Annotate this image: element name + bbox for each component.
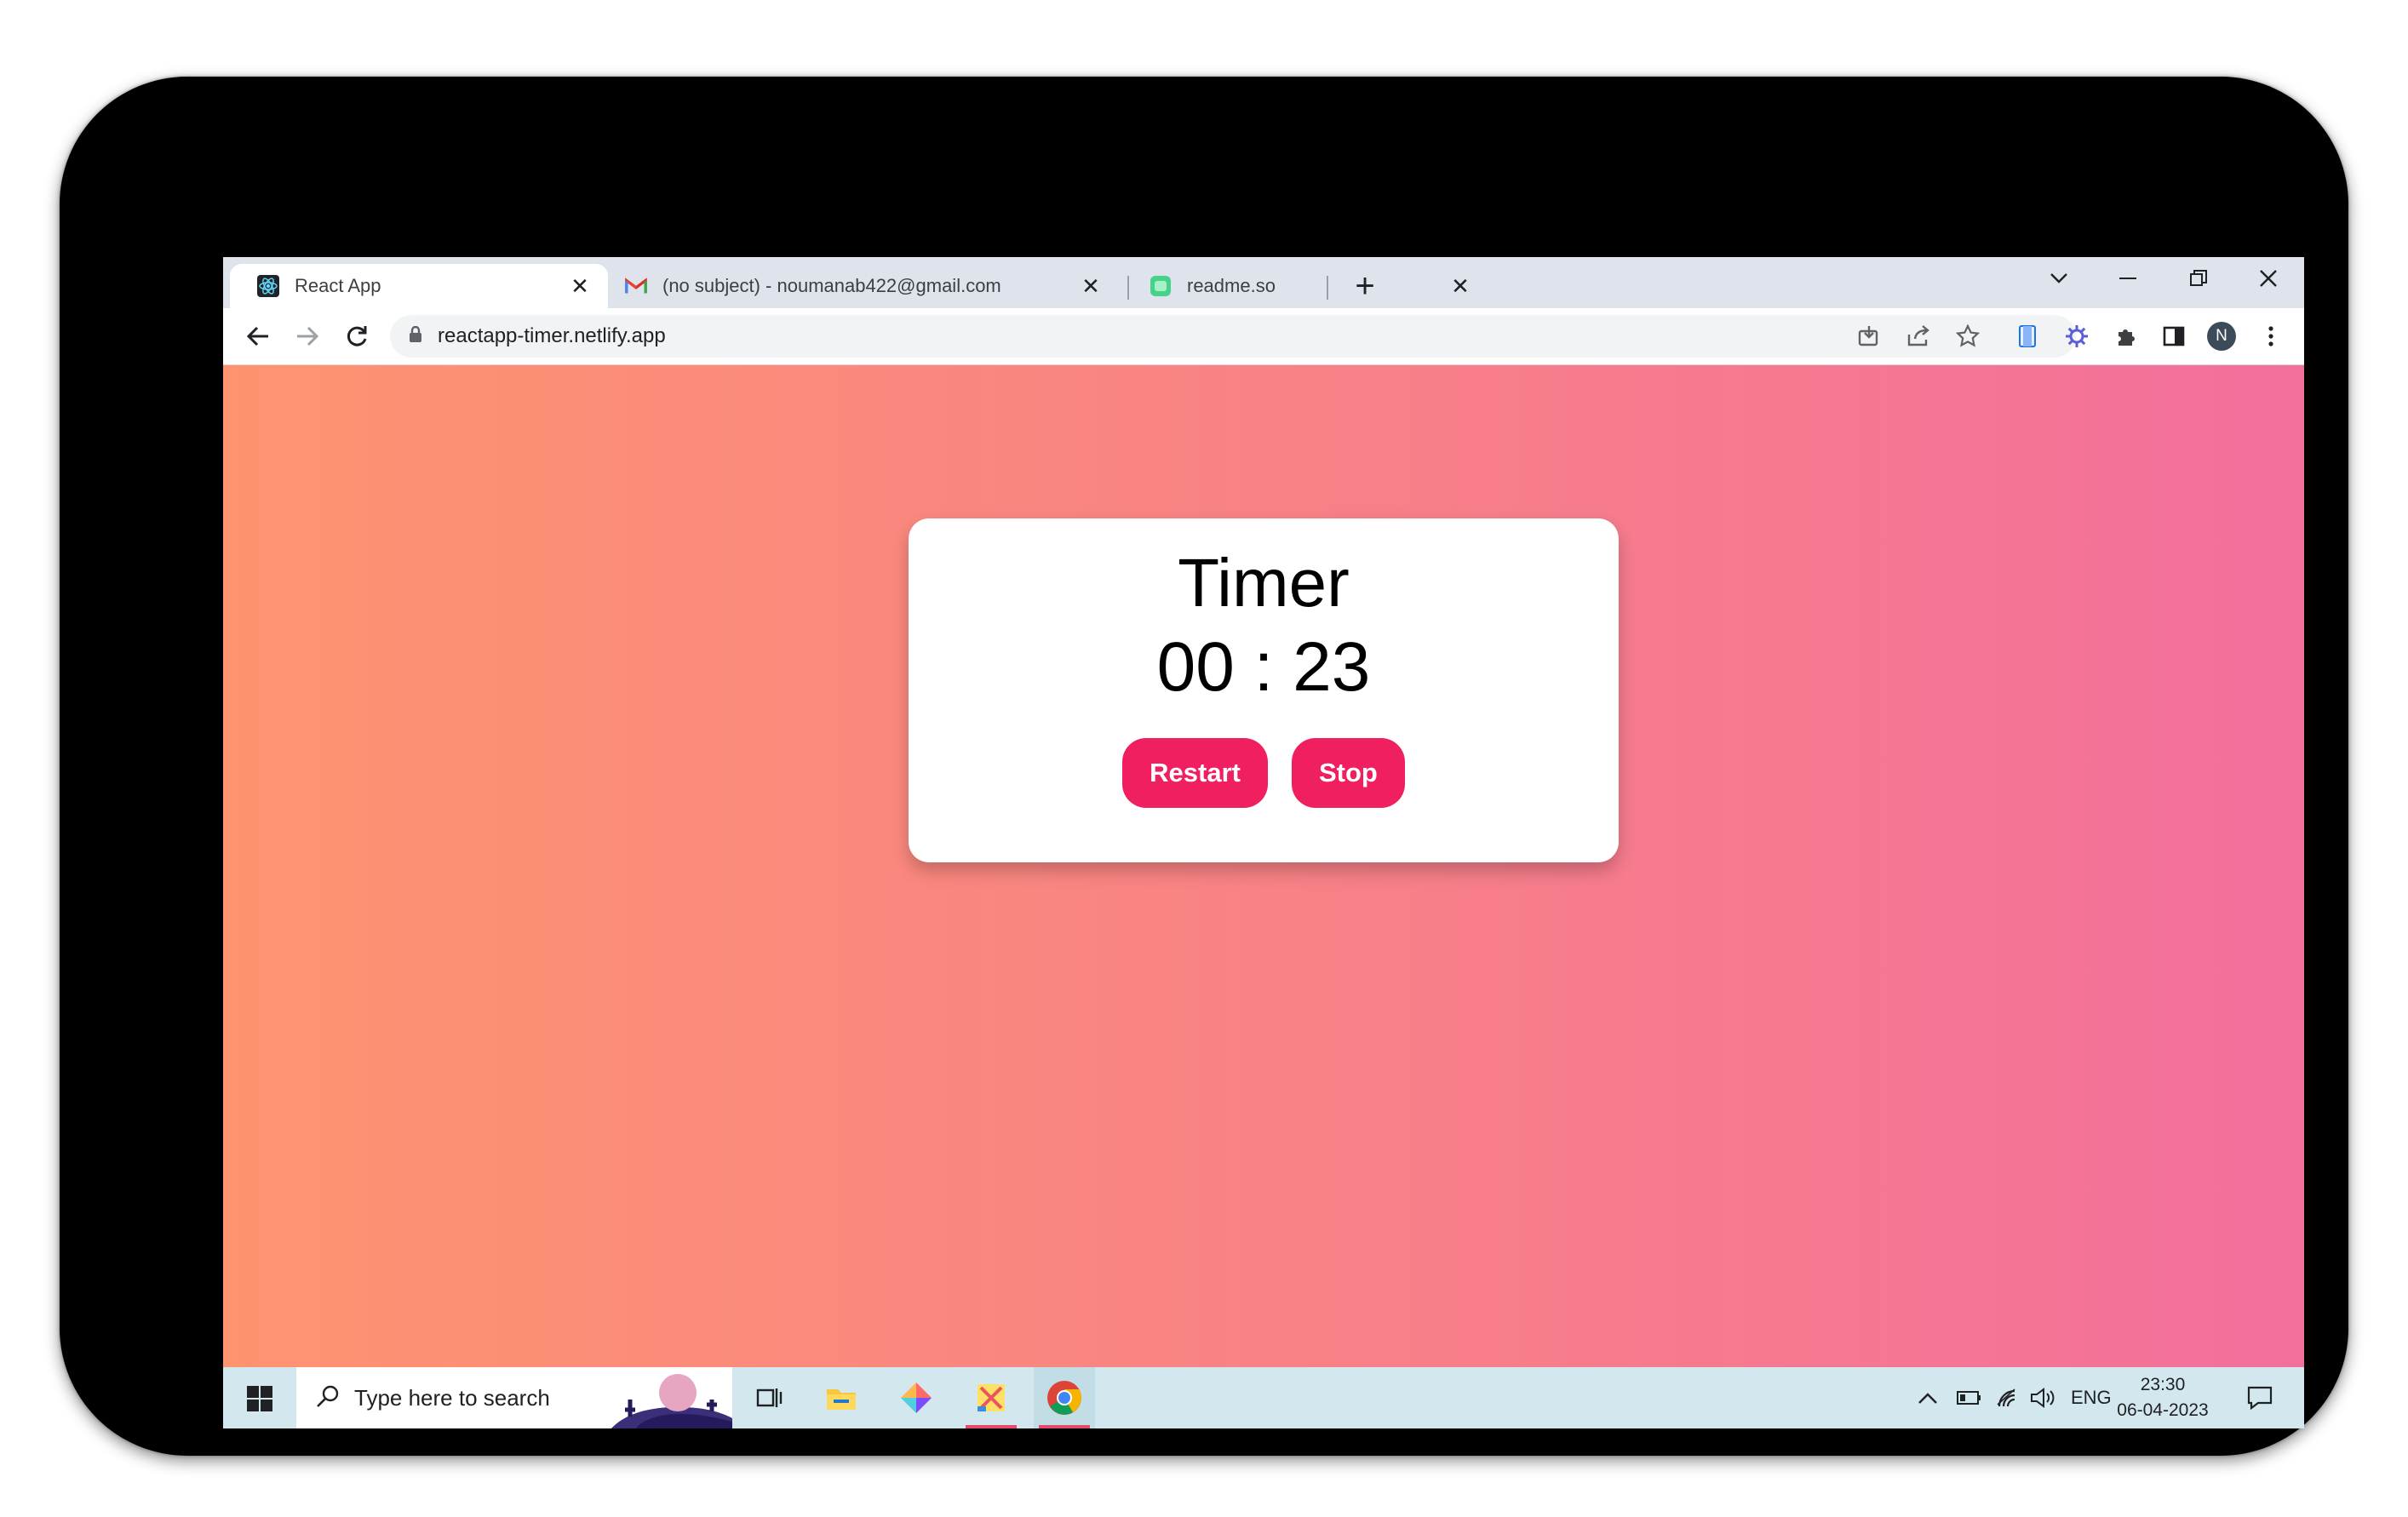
browser-toolbar: reactapp-timer.netlify.app N [223, 308, 2304, 365]
task-view-icon[interactable] [739, 1367, 800, 1428]
tab-separator [1327, 276, 1328, 300]
tab-separator [1127, 276, 1129, 300]
taskbar: Type here to search ENG 23:30 06-04-2023 [223, 1367, 2304, 1428]
minimize-icon[interactable] [2095, 257, 2163, 300]
stop-button[interactable]: Stop [1291, 738, 1405, 808]
clock-time: 23:30 [2140, 1375, 2186, 1394]
close-window-icon[interactable] [2234, 257, 2302, 300]
tab-react-app[interactable]: React App ✕ [230, 264, 608, 308]
readme-icon [1150, 275, 1172, 297]
windows-start-icon[interactable] [238, 1377, 281, 1420]
taskbar-search[interactable]: Type here to search [296, 1367, 732, 1428]
tab-title: (no subject) - noumanab422@gmail.com [662, 275, 1001, 296]
search-highlight-illustration [611, 1367, 732, 1428]
chevron-down-icon[interactable] [2025, 257, 2093, 300]
battery-icon[interactable] [1957, 1367, 1982, 1428]
install-icon[interactable] [1851, 318, 1887, 354]
notification-icon[interactable] [2246, 1367, 2273, 1428]
extension-doc-icon[interactable] [2010, 318, 2045, 354]
close-icon[interactable]: ✕ [1078, 273, 1104, 300]
new-tab-button[interactable]: + [1344, 266, 1386, 306]
puzzle-icon[interactable] [2108, 318, 2144, 354]
tab-title: React App [295, 275, 381, 296]
tab-title: readme.so [1187, 275, 1276, 296]
avatar[interactable]: N [2204, 318, 2239, 354]
git-app-icon[interactable] [886, 1367, 947, 1428]
side-panel-icon[interactable] [2156, 318, 2192, 354]
search-placeholder: Type here to search [354, 1384, 550, 1411]
lock-icon [409, 325, 422, 347]
page-title: Timer [1178, 545, 1350, 621]
forward-icon[interactable] [286, 315, 329, 358]
tab-gmail[interactable]: (no subject) - noumanab422@gmail.com ✕ [608, 264, 1119, 308]
close-icon[interactable]: ✕ [567, 273, 593, 300]
react-icon [257, 275, 279, 297]
close-icon[interactable]: ✕ [1448, 273, 1473, 300]
tray-chevron-up-icon[interactable] [1918, 1367, 1938, 1428]
timer-controls: Restart Stop [909, 738, 1619, 808]
share-icon[interactable] [1901, 318, 1936, 354]
tab-strip: React App ✕ (no subject) - noumanab422@g… [223, 257, 2304, 308]
address-bar[interactable]: reactapp-timer.netlify.app [390, 315, 2076, 358]
extension-gear-icon[interactable] [2059, 318, 2095, 354]
reload-icon[interactable] [335, 315, 378, 358]
device-frame: React App ✕ (no subject) - noumanab422@g… [60, 77, 2348, 1456]
more-icon[interactable] [2253, 318, 2289, 354]
back-icon[interactable] [237, 315, 279, 358]
language-indicator[interactable]: ENG [2071, 1367, 2112, 1428]
taskbar-clock[interactable]: 23:30 06-04-2023 [2112, 1372, 2214, 1423]
star-icon[interactable] [1950, 318, 1986, 354]
snip-tool-icon[interactable] [960, 1367, 1022, 1428]
timer-display: 00 : 23 [1156, 628, 1371, 706]
gmail-icon [625, 275, 647, 297]
timer-card: Timer 00 : 23 Restart Stop [909, 518, 1619, 862]
chrome-icon[interactable] [1034, 1367, 1095, 1428]
screen: React App ✕ (no subject) - noumanab422@g… [223, 257, 2304, 1428]
search-icon [315, 1383, 341, 1413]
avatar-initial: N [2207, 322, 2236, 351]
clock-date: 06-04-2023 [2117, 1400, 2209, 1420]
url-text: reactapp-timer.netlify.app [438, 324, 666, 347]
wifi-icon[interactable] [1996, 1367, 2020, 1428]
file-explorer-icon[interactable] [811, 1367, 872, 1428]
restart-button[interactable]: Restart [1122, 738, 1268, 808]
page-background: Timer 00 : 23 Restart Stop [223, 365, 2304, 1367]
volume-icon[interactable] [2030, 1367, 2055, 1428]
restore-icon[interactable] [2164, 257, 2233, 300]
tab-readme[interactable]: readme.so ✕ [1131, 264, 1488, 308]
